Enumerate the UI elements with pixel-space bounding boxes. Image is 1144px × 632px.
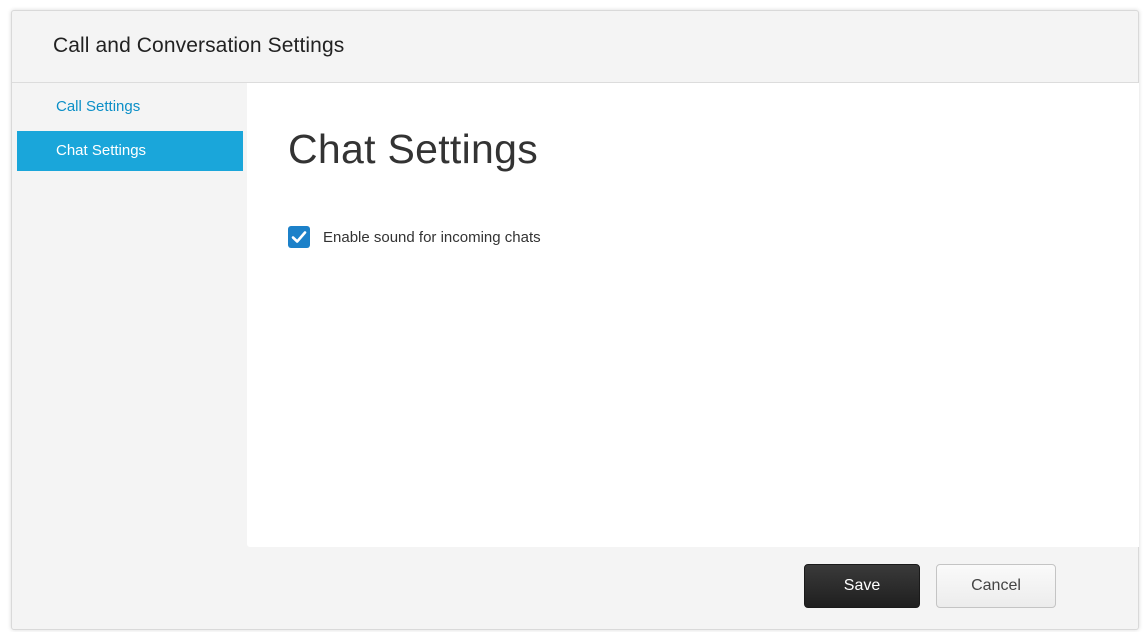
dialog-title: Call and Conversation Settings	[53, 34, 345, 57]
settings-sidebar: Call Settings Chat Settings	[12, 83, 247, 545]
enable-sound-checkbox[interactable]	[288, 226, 310, 248]
enable-sound-label: Enable sound for incoming chats	[323, 228, 541, 246]
dialog-footer: Save Cancel	[12, 547, 1138, 629]
sidebar-item-chat-settings[interactable]: Chat Settings	[17, 131, 243, 171]
page-title: Chat Settings	[288, 126, 539, 172]
sidebar-item-call-settings[interactable]: Call Settings	[17, 87, 243, 131]
settings-dialog: Call and Conversation Settings Call Sett…	[11, 10, 1139, 630]
save-button[interactable]: Save	[804, 564, 920, 608]
cancel-button[interactable]: Cancel	[936, 564, 1056, 608]
checkmark-icon	[291, 231, 307, 243]
dialog-header: Call and Conversation Settings	[12, 11, 1138, 83]
enable-sound-option[interactable]: Enable sound for incoming chats	[288, 225, 541, 249]
settings-content-panel: Chat Settings Enable sound for incoming …	[247, 83, 1139, 547]
